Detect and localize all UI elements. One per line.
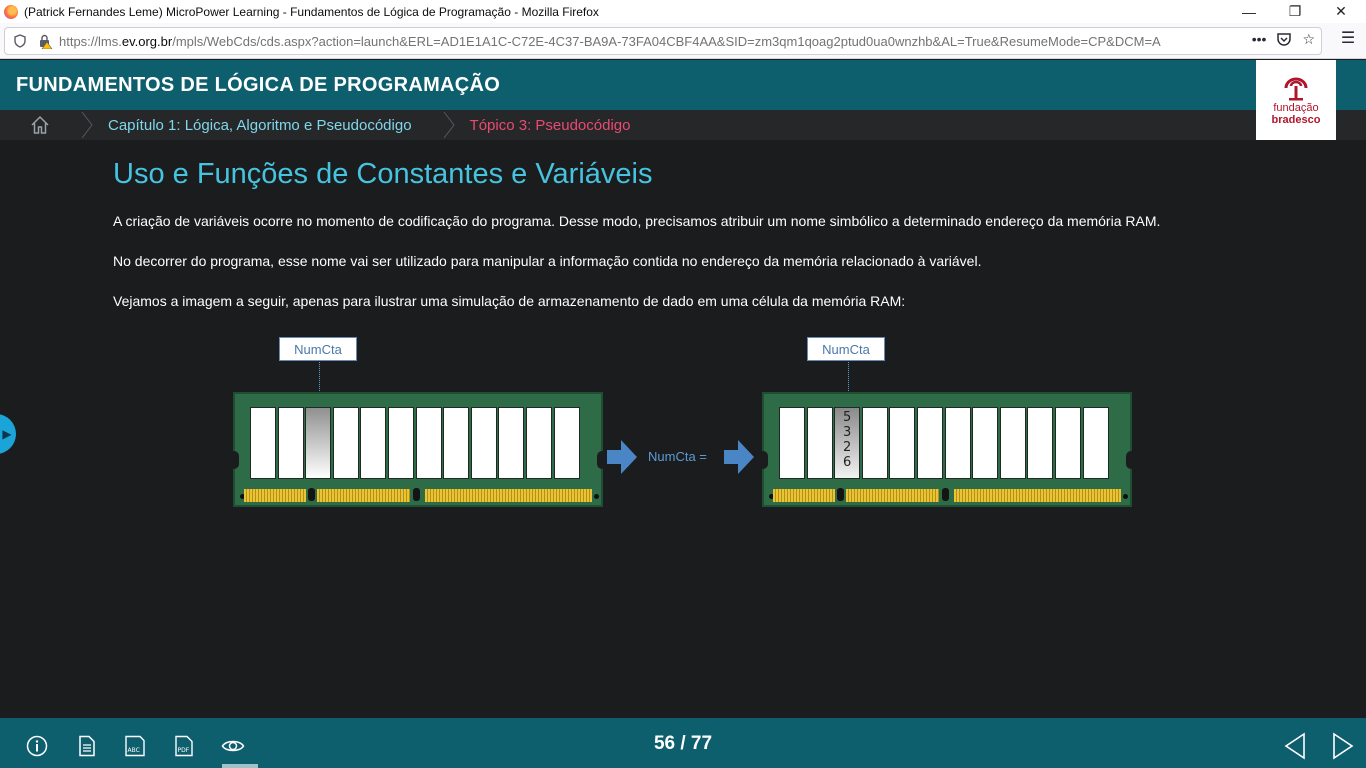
- footer-toolbar: ABC PDF 56 / 77: [0, 718, 1366, 768]
- memory-cell: [277, 407, 304, 479]
- memory-cell: [360, 407, 387, 479]
- window-title: (Patrick Fernandes Leme) MicroPower Lear…: [24, 4, 599, 19]
- breadcrumb-separator: [443, 111, 455, 139]
- memory-cell: [415, 407, 442, 479]
- memory-cell: [250, 407, 276, 479]
- memory-cell: [1082, 407, 1109, 479]
- progress-indicator: [222, 764, 258, 768]
- memory-cell: [779, 407, 805, 479]
- breadcrumb: Capítulo 1: Lógica, Algoritmo e Pseudocó…: [0, 110, 1366, 140]
- page-title: Uso e Funções de Constantes e Variáveis: [113, 158, 653, 190]
- right-arrow-icon: [607, 440, 637, 474]
- memory-cell: [443, 407, 470, 479]
- hamburger-menu-icon[interactable]: ☰: [1340, 31, 1356, 47]
- memory-cell: [972, 407, 999, 479]
- memory-cells: [250, 407, 581, 479]
- memory-cell: [387, 407, 414, 479]
- stored-digit: 6: [843, 455, 852, 470]
- page-counter: 56 / 77: [653, 733, 713, 754]
- previous-icon[interactable]: [1283, 732, 1307, 760]
- side-panel-toggle[interactable]: ▶: [0, 414, 16, 454]
- course-header: FUNDAMENTOS DE LÓGICA DE PROGRAMAÇÃO: [0, 60, 1366, 110]
- close-button[interactable]: ✕: [1318, 0, 1364, 23]
- stored-digit: 2: [843, 440, 852, 455]
- firefox-icon: [4, 4, 18, 19]
- play-arrow-icon: ▶: [2, 427, 12, 441]
- more-actions-icon[interactable]: •••: [1252, 31, 1267, 50]
- bookmark-star-icon[interactable]: ☆: [1302, 31, 1315, 50]
- memory-cell: [889, 407, 916, 479]
- right-arrow-icon: [724, 440, 754, 474]
- memory-cell: [470, 407, 497, 479]
- memory-cell: [806, 407, 833, 479]
- memory-cell-selected: [305, 407, 332, 479]
- memory-cells: 5 3 2 6: [779, 407, 1110, 479]
- home-icon[interactable]: [30, 115, 50, 135]
- fundacao-bradesco-logo: fundação bradesco: [1256, 60, 1336, 140]
- memory-cell: [999, 407, 1026, 479]
- memory-cell: [1054, 407, 1081, 479]
- memory-cell: [916, 407, 943, 479]
- memory-cell: [944, 407, 971, 479]
- logo-line-1: fundação: [1273, 102, 1319, 114]
- window-titlebar: (Patrick Fernandes Leme) MicroPower Lear…: [0, 0, 1366, 23]
- paragraph-1: A criação de variáveis ocorre no momento…: [113, 213, 1161, 229]
- course-title: FUNDAMENTOS DE LÓGICA DE PROGRAMAÇÃO: [16, 74, 501, 96]
- variable-label-right: NumCta: [807, 337, 885, 361]
- breadcrumb-topic: Tópico 3: Pseudocódigo: [469, 116, 631, 134]
- stored-digit: 3: [843, 425, 852, 440]
- memory-cell: [332, 407, 359, 479]
- breadcrumb-chapter-link[interactable]: Capítulo 1: Lógica, Algoritmo e Pseudocó…: [108, 117, 412, 134]
- shield-icon[interactable]: [10, 31, 30, 51]
- insecure-lock-icon[interactable]: [35, 31, 55, 51]
- memory-cell: [1027, 407, 1054, 479]
- ram-module-empty: [229, 392, 607, 507]
- pocket-icon[interactable]: [1276, 31, 1292, 50]
- stored-digit: 5: [843, 410, 852, 425]
- variable-label-left: NumCta: [279, 337, 357, 361]
- memory-cell: [553, 407, 580, 479]
- next-icon[interactable]: [1331, 732, 1355, 760]
- memory-cell: [861, 407, 888, 479]
- ram-module-stored: 5 3 2 6: [758, 392, 1136, 507]
- assignment-label: NumCta =: [648, 449, 707, 464]
- memory-cell-value: 5 3 2 6: [834, 407, 861, 479]
- url-bar[interactable]: https://lms.ev.org.br/mpls/WebCds/cds.as…: [4, 27, 1322, 55]
- paragraph-3: Vejamos a imagem a seguir, apenas para i…: [113, 293, 906, 309]
- breadcrumb-separator: [81, 111, 93, 139]
- bradesco-tree-icon: [1284, 77, 1308, 101]
- restore-button[interactable]: ❐: [1272, 0, 1318, 23]
- memory-cell: [498, 407, 525, 479]
- logo-line-2: bradesco: [1271, 114, 1321, 126]
- memory-cell: [525, 407, 552, 479]
- url-text[interactable]: https://lms.ev.org.br/mpls/WebCds/cds.as…: [59, 34, 1229, 49]
- browser-toolbar: https://lms.ev.org.br/mpls/WebCds/cds.as…: [0, 23, 1366, 59]
- minimize-button[interactable]: —: [1226, 0, 1272, 23]
- paragraph-2: No decorrer do programa, esse nome vai s…: [113, 253, 982, 269]
